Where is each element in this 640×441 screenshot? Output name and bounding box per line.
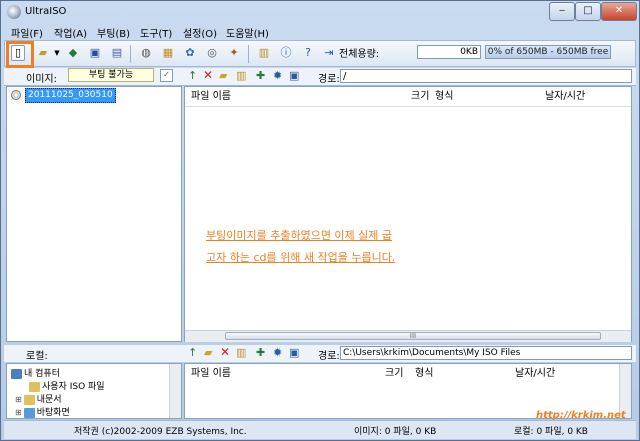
- local-col-size[interactable]: 크기: [385, 366, 403, 382]
- burn-cd-icon[interactable]: ◍: [138, 45, 154, 61]
- menu-options[interactable]: 설정(O): [183, 25, 217, 40]
- local-col-type[interactable]: 형식: [415, 366, 433, 382]
- app-window: UltraISO ‒ □ ✕ 파일(F) 작업(A) 부팅(B) 도구(T) 설…: [0, 0, 640, 441]
- open-dropdown-icon[interactable]: ▼: [49, 45, 65, 61]
- tree-label: 바탕화면: [36, 408, 70, 418]
- status-image-info: 이미지: 0 파일, 0 KB: [354, 427, 437, 437]
- image-toolbar: 이미지: 부팅 불가능 ✓ ↑ ✕ ▰ ▥ ✚ ✹ ▣ 경로: /: [4, 68, 636, 86]
- status-copyright: 저작권 (c)2002-2009 EZB Systems, Inc.: [74, 427, 247, 437]
- tree-iso-files[interactable]: 사용자 ISO 파일: [29, 379, 105, 392]
- capacity-bar: 0% of 650MB - 650MB free: [485, 45, 611, 59]
- minimize-button[interactable]: ‒: [549, 2, 575, 21]
- menu-bar: 파일(F) 작업(A) 부팅(B) 도구(T) 설정(O) 도움말(H): [4, 23, 636, 40]
- tree-label: 사용자 ISO 파일: [42, 382, 105, 392]
- extract-icon[interactable]: ◆: [65, 45, 81, 61]
- col-type[interactable]: 형식: [435, 89, 453, 105]
- annotation-line-1: 부팅이미지를 추출하였으면 이제 실제 굽: [206, 229, 393, 242]
- status-bar: 저작권 (c)2002-2009 EZB Systems, Inc. 이미지: …: [4, 420, 636, 439]
- toolbar-separator: [130, 45, 131, 63]
- watermark: http://krkim.net: [536, 410, 626, 421]
- capacity-value: 0KB: [417, 45, 481, 59]
- expand-icon[interactable]: ⊞: [15, 408, 22, 417]
- tree-label: 내 컴퓨터: [24, 369, 60, 379]
- annotation-line-2: 고자 하는 cd를 위해 새 작업을 누릅니다.: [206, 251, 396, 264]
- exit-icon[interactable]: ⇥: [321, 45, 337, 61]
- local-up-icon[interactable]: ↑: [188, 346, 197, 359]
- close-button[interactable]: ✕: [601, 2, 637, 21]
- col-date[interactable]: 날자/시간: [545, 89, 585, 105]
- path-label: 경로:: [318, 74, 340, 85]
- image-file-list: 파일 이름 크기 형식 날자/시간 부팅이미지를 추출하였으면 이제 실제 굽 …: [184, 86, 632, 342]
- local-refresh-icon[interactable]: ▣: [289, 346, 299, 359]
- menu-tools[interactable]: 도구(T): [140, 25, 172, 40]
- folder-icon: [23, 394, 35, 405]
- local-tree-scrollbar[interactable]: [169, 364, 181, 418]
- title-bar: UltraISO ‒ □ ✕: [1, 1, 639, 23]
- status-local-info: 로컬: 0 파일, 0 KB: [514, 427, 588, 437]
- local-gear-icon[interactable]: ✹: [273, 346, 282, 359]
- folder-props-icon[interactable]: ▥: [236, 69, 246, 82]
- toolbar-separator: [248, 45, 249, 63]
- compress-icon[interactable]: ✿: [182, 45, 198, 61]
- save-as-icon[interactable]: ▤: [109, 45, 125, 61]
- image-path-field[interactable]: /: [340, 69, 632, 83]
- local-path-label: 경로:: [318, 351, 340, 362]
- folder-icon: [29, 381, 40, 392]
- menu-file[interactable]: 파일(F): [11, 25, 43, 40]
- boot-edit-icon[interactable]: ✓: [160, 69, 173, 82]
- local-col-filename[interactable]: 파일 이름: [191, 366, 231, 382]
- properties-icon[interactable]: ▥: [256, 45, 272, 61]
- computer-icon: [11, 368, 22, 379]
- virtual-drive-icon[interactable]: ◎: [204, 45, 220, 61]
- refresh-icon[interactable]: ▣: [289, 69, 299, 82]
- tree-desktop[interactable]: ⊞ 바탕화면: [15, 405, 70, 418]
- mount-icon[interactable]: ▦: [160, 45, 176, 61]
- capacity-label: 전체용량:: [339, 49, 380, 60]
- ultraiso-disc-icon: [7, 5, 21, 19]
- new-folder-icon[interactable]: ▰: [219, 69, 227, 82]
- cd-disc-icon: [11, 90, 21, 100]
- tree-my-documents[interactable]: ⊞ 내문서: [15, 392, 62, 405]
- local-new-folder-icon[interactable]: ▰: [204, 346, 212, 359]
- settings-gear-icon[interactable]: ✹: [273, 69, 282, 82]
- local-toolbar: 로컬: ↑ ▰ ✕ ▥ ✚ ✹ ▣ 경로: C:\Users\krkim\Doc…: [4, 345, 636, 362]
- maximize-button[interactable]: □: [575, 2, 601, 21]
- up-arrow-icon[interactable]: ↑: [188, 69, 197, 82]
- new-button-highlight: [6, 41, 34, 68]
- window-title: UltraISO: [25, 6, 67, 17]
- add-files-icon[interactable]: ✚: [256, 69, 265, 82]
- expand-icon[interactable]: ⊞: [15, 395, 22, 404]
- boot-status-field[interactable]: 부팅 불가능: [68, 68, 154, 82]
- info-icon[interactable]: ⓘ: [278, 45, 294, 61]
- tree-label: 내문서: [36, 395, 62, 405]
- menu-help[interactable]: 도움말(H): [226, 25, 269, 40]
- local-path-field[interactable]: C:\Users\krkim\Documents\My ISO Files: [340, 346, 632, 360]
- menu-actions[interactable]: 작업(A): [54, 25, 87, 40]
- local-tree-pane: 내 컴퓨터 사용자 ISO 파일 ⊞ 내문서 ⊞ 바탕화면: [6, 363, 182, 419]
- local-label: 로컬:: [26, 351, 48, 362]
- header-divider: [185, 106, 631, 107]
- save-icon[interactable]: ▣: [87, 45, 103, 61]
- convert-icon[interactable]: ✦: [226, 45, 242, 61]
- col-size[interactable]: 크기: [411, 89, 429, 105]
- tree-my-computer[interactable]: 내 컴퓨터: [11, 366, 60, 379]
- help-icon[interactable]: ?: [300, 45, 316, 61]
- menu-boot[interactable]: 부팅(B): [97, 25, 130, 40]
- horizontal-scrollbar[interactable]: III: [185, 330, 631, 342]
- local-add-icon[interactable]: ✚: [256, 346, 265, 359]
- image-tree-pane: 20111025_030510: [6, 86, 182, 342]
- image-label: 이미지:: [26, 74, 57, 85]
- delete-icon[interactable]: ✕: [203, 68, 213, 82]
- local-col-date[interactable]: 날자/시간: [515, 366, 555, 382]
- desktop-icon: [23, 407, 35, 418]
- tree-root-item[interactable]: 20111025_030510: [25, 88, 116, 103]
- local-delete-icon[interactable]: ✕: [220, 345, 230, 359]
- local-props-icon[interactable]: ▥: [236, 346, 246, 359]
- scrollbar-thumb[interactable]: III: [225, 332, 601, 340]
- col-filename[interactable]: 파일 이름: [191, 89, 231, 105]
